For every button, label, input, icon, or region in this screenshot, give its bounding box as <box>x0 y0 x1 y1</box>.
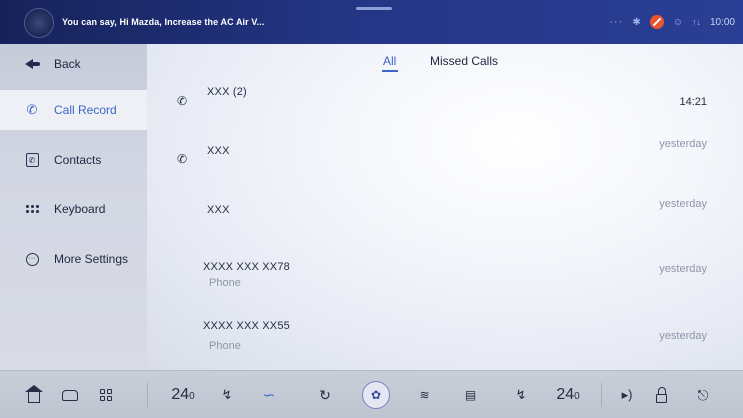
clock: 10:00 <box>709 16 735 28</box>
call-time: yesterday <box>659 263 707 275</box>
car-settings-icon: ⎋ <box>697 386 709 403</box>
lock-icon <box>655 386 667 403</box>
divider <box>147 383 148 407</box>
divider <box>601 383 602 407</box>
fan-button[interactable]: ✿ <box>358 371 394 418</box>
sidebar-item-keyboard[interactable]: Keyboard <box>0 189 147 229</box>
climate-control-bar: 240 ↯ ∽ ↻ ✿ ≋ ▤ ↯ 240 ▸) ⎋ <box>0 370 743 418</box>
right-temp-control[interactable]: 240 <box>548 371 588 418</box>
mute-icon <box>649 15 664 29</box>
auto-wave-icon: ∽ <box>262 387 276 404</box>
car-icon <box>62 389 78 401</box>
back-label: Back <box>54 57 81 71</box>
back-button[interactable]: Back <box>0 44 147 84</box>
apps-button[interactable] <box>94 371 118 418</box>
phone-icon: ✆ <box>177 152 188 166</box>
lock-button[interactable] <box>648 371 674 418</box>
seat-heat-icon: ↯ <box>515 387 527 402</box>
call-name: XXXX XXX XX55 <box>203 320 290 332</box>
sidebar-item-call-record[interactable]: ✆ Call Record <box>0 90 147 130</box>
vehicle-button[interactable] <box>58 371 82 418</box>
rear-defrost-icon: ▤ <box>464 388 476 402</box>
pull-down-handle[interactable] <box>356 7 392 10</box>
call-time: 14:21 <box>679 96 707 108</box>
auto-climate-button[interactable]: ∽ <box>256 371 282 418</box>
status-icons: ··· ✱ ☺ ↑↓ 10:00 <box>609 12 735 32</box>
sidebar-item-label: More Settings <box>54 252 129 266</box>
call-row[interactable]: XXXX XXX XX78 Phone yesterday <box>147 256 743 306</box>
sidebar-item-label: Call Record <box>54 103 117 117</box>
call-name: XXX <box>207 204 230 216</box>
left-temp-value: 240 <box>171 386 195 403</box>
front-defrost-button[interactable]: ≋ <box>410 371 438 418</box>
call-type: Phone <box>209 277 241 289</box>
keyboard-icon <box>24 201 40 217</box>
call-record-panel: All Missed Calls ✆ XXX (2) 14:21 ✆ XXX y… <box>147 44 743 370</box>
home-button[interactable] <box>22 371 46 418</box>
front-defrost-icon: ≋ <box>419 388 429 402</box>
volume-button[interactable]: ▸) <box>614 371 640 418</box>
call-name: XXXX XXX XX78 <box>203 261 290 273</box>
left-temp-control[interactable]: 240 <box>163 371 203 418</box>
signal-icon: ↑↓ <box>691 17 701 27</box>
tab-all[interactable]: All <box>381 54 399 72</box>
seat-heat-right-button[interactable]: ↯ <box>508 371 534 418</box>
seat-heat-icon: ↯ <box>221 387 233 402</box>
person-icon: ☺ <box>672 16 683 28</box>
call-row[interactable]: XXX yesterday <box>147 197 743 247</box>
home-icon <box>25 384 43 403</box>
seat-heat-left-button[interactable]: ↯ <box>214 371 240 418</box>
call-time: yesterday <box>659 138 707 150</box>
more-settings-icon: ··· <box>24 251 40 267</box>
call-filter-tabs: All Missed Calls <box>147 54 743 74</box>
call-time: yesterday <box>659 198 707 210</box>
phone-screen: You can say, Hi Mazda, Increase the AC A… <box>0 0 743 418</box>
call-time: yesterday <box>659 330 707 342</box>
sidebar: Back ✆ Call Record ✆ Contacts Keyboard ·… <box>0 44 147 370</box>
sidebar-item-label: Keyboard <box>54 202 106 216</box>
call-row[interactable]: ✆ XXX (2) 14:21 <box>147 82 743 132</box>
status-bar: You can say, Hi Mazda, Increase the AC A… <box>0 0 743 44</box>
bluetooth-icon: ✱ <box>632 16 641 28</box>
recirculation-icon: ↻ <box>319 386 331 403</box>
call-row[interactable]: XXXX XXX XX55 Phone yesterday <box>147 314 743 364</box>
rear-defrost-button[interactable]: ▤ <box>456 371 484 418</box>
back-arrow-icon <box>24 56 40 72</box>
phone-icon: ✆ <box>177 94 188 108</box>
call-name: XXX <box>207 145 230 157</box>
right-temp-value: 240 <box>556 386 580 403</box>
sidebar-item-label: Contacts <box>54 153 102 167</box>
apps-grid-icon <box>100 389 112 401</box>
call-row[interactable]: ✆ XXX yesterday <box>147 138 743 188</box>
recirculation-button[interactable]: ↻ <box>312 371 338 418</box>
voice-assistant-avatar[interactable] <box>24 8 54 38</box>
tab-missed-calls[interactable]: Missed Calls <box>430 54 498 68</box>
call-type: Phone <box>209 340 241 352</box>
contacts-icon: ✆ <box>24 152 40 168</box>
sidebar-item-contacts[interactable]: ✆ Contacts <box>0 140 147 180</box>
volume-icon: ▸) <box>621 387 633 402</box>
sidebar-item-more-settings[interactable]: ··· More Settings <box>0 239 147 279</box>
car-settings-button[interactable]: ⎋ <box>690 371 716 418</box>
call-name: XXX (2) <box>207 86 247 98</box>
call-record-icon: ✆ <box>26 102 38 117</box>
more-dots-icon: ··· <box>609 16 624 28</box>
fan-icon: ✿ <box>362 381 390 409</box>
voice-hint-text: You can say, Hi Mazda, Increase the AC A… <box>62 17 265 27</box>
